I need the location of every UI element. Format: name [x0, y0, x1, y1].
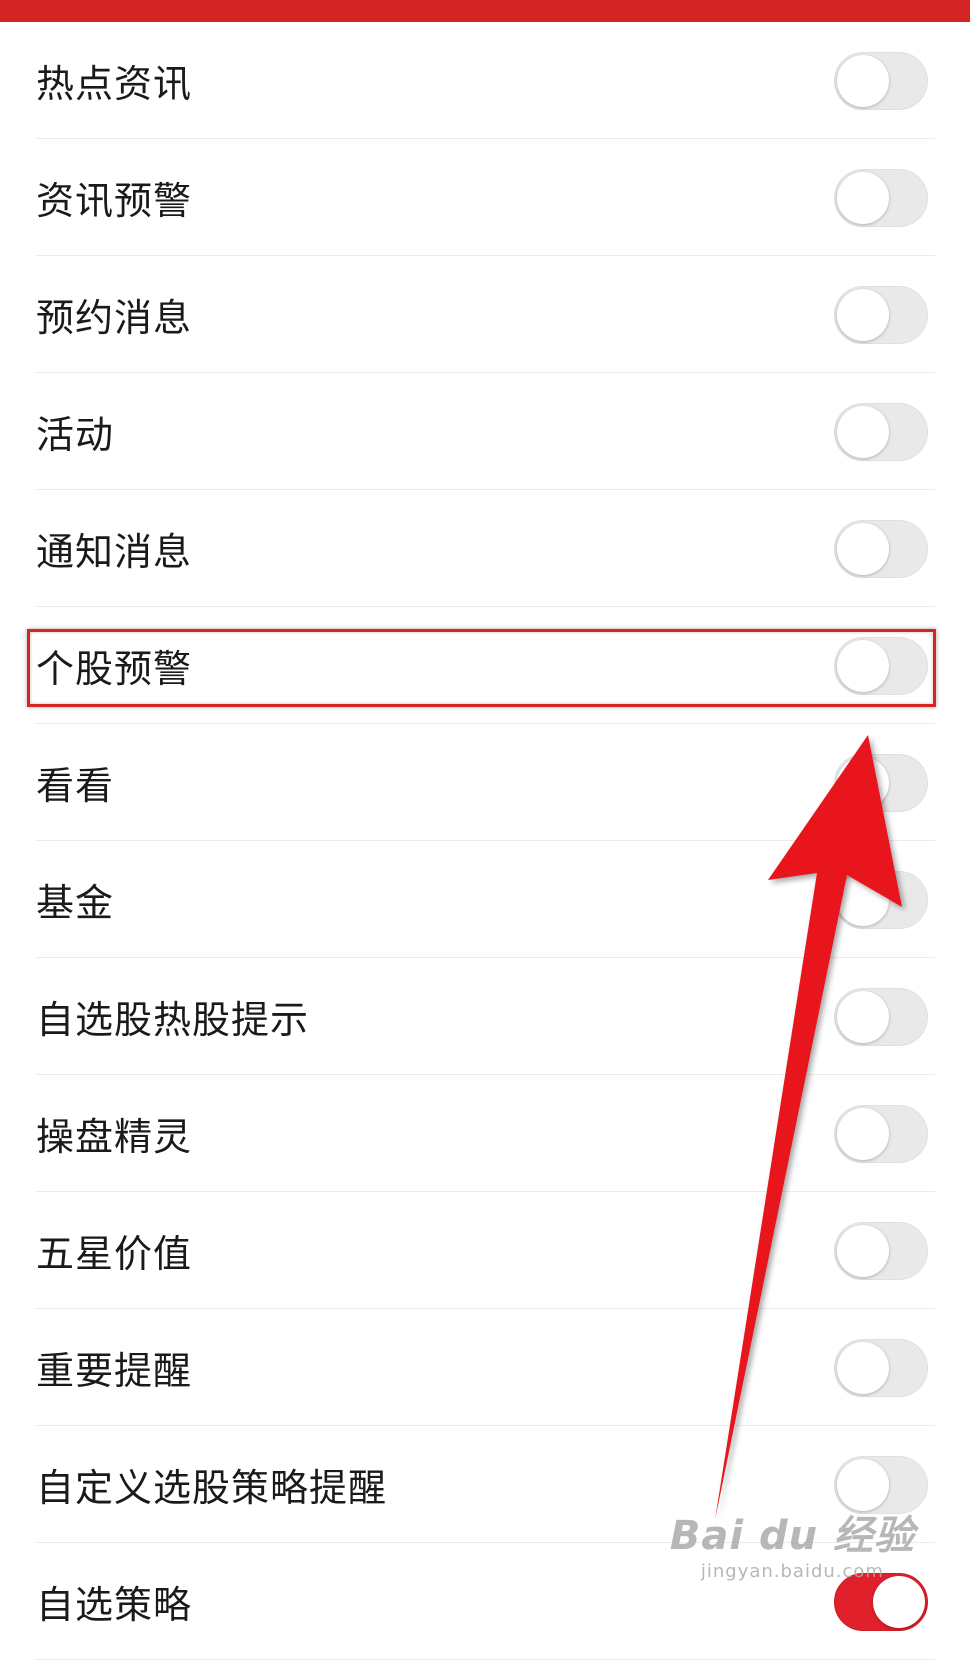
toggle-knob: [837, 54, 889, 107]
toggle-knob: [837, 288, 889, 341]
setting-row-activity[interactable]: 活动: [0, 373, 970, 490]
toggle-switch[interactable]: [834, 753, 928, 812]
toggle-switch[interactable]: [834, 987, 928, 1046]
setting-label: 热点资讯: [36, 62, 193, 106]
setting-row-hot-news[interactable]: 热点资讯: [0, 22, 970, 139]
setting-row-important-reminder[interactable]: 重要提醒: [0, 1309, 970, 1426]
setting-label: 通知消息: [36, 530, 193, 574]
watermark: Bai du 经验 jingyan.baidu.com: [670, 1503, 915, 1582]
setting-row-fund[interactable]: 基金: [0, 841, 970, 958]
toggle-switch[interactable]: [834, 285, 928, 344]
setting-label: 五星价值: [36, 1232, 193, 1276]
toggle-knob: [837, 1341, 889, 1394]
setting-label: 看看: [36, 764, 115, 808]
watermark-brand: Bai du 经验: [669, 1513, 915, 1559]
setting-row-news-alert[interactable]: 资讯预警: [0, 139, 970, 256]
toggle-knob: [837, 171, 889, 224]
highlight-box: [27, 629, 936, 707]
setting-row-five-star-value[interactable]: 五星价值: [0, 1192, 970, 1309]
toggle-switch[interactable]: [834, 870, 928, 929]
setting-label: 自选策略: [36, 1583, 193, 1627]
top-bar: [0, 0, 970, 22]
notification-settings-list: 热点资讯 资讯预警 预约消息 活动 通知消息 个股预警 看看 基金 自选股热股提…: [0, 22, 970, 1660]
setting-label: 预约消息: [36, 296, 193, 340]
toggle-knob: [837, 1224, 889, 1277]
setting-label: 资讯预警: [36, 179, 193, 223]
toggle-knob: [837, 756, 889, 809]
toggle-switch[interactable]: [834, 51, 928, 110]
toggle-switch[interactable]: [834, 1338, 928, 1397]
toggle-knob: [837, 873, 889, 926]
toggle-switch[interactable]: [834, 402, 928, 461]
setting-row-watchlist-hot-stock[interactable]: 自选股热股提示: [0, 958, 970, 1075]
setting-label: 活动: [36, 413, 115, 457]
setting-row-kankan[interactable]: 看看: [0, 724, 970, 841]
toggle-knob: [837, 522, 889, 575]
setting-label: 自定义选股策略提醒: [36, 1466, 388, 1510]
toggle-knob: [837, 1107, 889, 1160]
setting-row-appointment-message[interactable]: 预约消息: [0, 256, 970, 373]
setting-label: 自选股热股提示: [36, 998, 310, 1042]
setting-label: 重要提醒: [36, 1349, 193, 1393]
toggle-switch[interactable]: [834, 1104, 928, 1163]
toggle-knob: [837, 990, 889, 1043]
setting-row-notification[interactable]: 通知消息: [0, 490, 970, 607]
setting-row-trading-genie[interactable]: 操盘精灵: [0, 1075, 970, 1192]
toggle-switch[interactable]: [834, 168, 928, 227]
toggle-switch[interactable]: [834, 1221, 928, 1280]
setting-label: 操盘精灵: [36, 1115, 193, 1159]
watermark-url: jingyan.baidu.com: [700, 1561, 884, 1582]
setting-label: 基金: [36, 881, 115, 925]
toggle-switch[interactable]: [834, 519, 928, 578]
toggle-knob: [837, 405, 889, 458]
toggle-knob: [873, 1575, 925, 1628]
